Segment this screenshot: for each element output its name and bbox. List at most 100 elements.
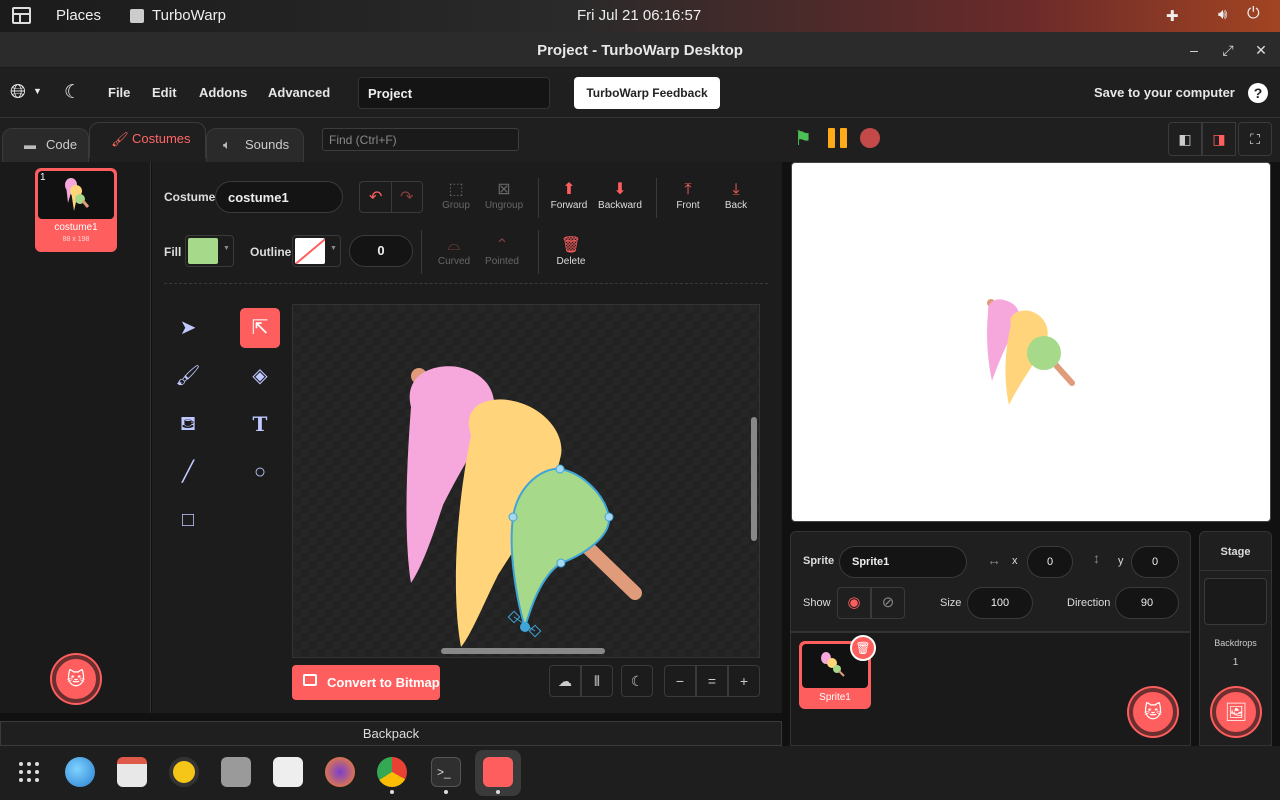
project-title-input[interactable]: Project [358,77,550,109]
select-tool[interactable]: ➤ [168,308,208,348]
bitmap-brush-icon[interactable]: ☁ [549,665,581,697]
zoom-in-icon[interactable]: + [728,665,760,697]
text-tool[interactable]: T [240,404,280,444]
file-menu[interactable]: File [108,85,130,100]
backdrop-thumbnail[interactable] [1204,578,1267,625]
choose-backdrop-button[interactable]: 🖼︎ [1212,688,1260,736]
help-icon[interactable]: ? [1248,83,1268,103]
places-menu[interactable]: Places [56,7,101,24]
chevron-down-icon[interactable]: ▼ [33,86,42,96]
sprite-name-input[interactable]: Sprite1 [839,546,967,578]
control-point[interactable] [555,464,565,474]
group-button[interactable]: ⬚ Group [429,180,483,211]
pause-icon[interactable] [828,128,850,148]
turbowarp-icon[interactable] [483,757,513,787]
volume-icon[interactable]: 🔊︎ [1218,6,1227,23]
moon-icon[interactable]: ☾ [621,665,653,697]
puzzle-icon[interactable]: ✚ [1166,7,1179,25]
choose-costume-button[interactable]: 🐱︎ [52,655,100,703]
green-flag-icon[interactable]: ⚑ [794,126,812,151]
rectangle-tool[interactable]: □ [168,500,208,540]
addons-menu[interactable]: Addons [199,85,247,100]
stop-icon[interactable] [860,128,880,148]
control-point[interactable] [508,512,518,522]
chrome-icon[interactable] [377,757,407,787]
delete-sprite-icon[interactable]: 🗑︎ [850,635,876,661]
app-grid-icon[interactable] [18,761,40,783]
software-store-icon[interactable] [273,757,303,787]
tab-costumes[interactable]: 🖌︎ Costumes [89,122,206,158]
reshape-tool[interactable]: ⇱ [240,308,280,348]
power-icon[interactable]: ⏻ [1247,5,1260,23]
front-button[interactable]: ⤒ Front [661,180,715,211]
delete-button[interactable]: 🗑︎ Delete [544,236,598,267]
zoom-reset-icon[interactable]: = [696,665,728,697]
choose-sprite-button[interactable]: 🐱︎ [1129,688,1177,736]
back-button[interactable]: ⤓ Back [709,180,763,211]
files-icon[interactable] [221,757,251,787]
small-stage-icon[interactable]: ◧ [1168,122,1202,156]
music-player-icon[interactable] [169,757,199,787]
paint-canvas[interactable] [292,304,760,658]
find-input[interactable]: Find (Ctrl+F) [322,128,519,151]
zoom-out-icon[interactable]: − [664,665,696,697]
backward-button[interactable]: ⬇ Backward [593,180,647,211]
eraser-tool[interactable]: ◈ [240,356,280,396]
horizontal-scrollbar[interactable] [441,648,605,654]
undo-icon[interactable]: ↶ [369,187,382,207]
backpack-bar[interactable]: Backpack [0,721,782,746]
tab-sounds[interactable]: 🔈︎ Sounds [206,128,304,162]
window-title-bar: Project - TurboWarp Desktop – ⤢ ✕ [0,32,1280,68]
app-menu[interactable]: TurboWarp [152,7,226,24]
menu-bar: 🌐︎ ▼ ☾ File Edit Addons Advanced Project… [0,68,1280,118]
brush-tool[interactable]: 🖌︎ [168,356,208,396]
show-visible-icon[interactable]: ◉ [837,587,871,619]
ungroup-button[interactable]: ⊠ Ungroup [477,180,531,211]
forward-button[interactable]: ⬆ Forward [542,180,596,211]
feedback-button[interactable]: TurboWarp Feedback [574,77,720,109]
fill-tool[interactable]: ⛾ [168,404,208,444]
clock[interactable]: Fri Jul 21 06:16:57 [577,7,701,24]
advanced-menu[interactable]: Advanced [268,85,330,100]
save-to-computer-button[interactable]: Save to your computer [1094,85,1235,100]
size-input[interactable]: 100 [967,587,1033,619]
hide-icon[interactable]: ⊘ [871,587,905,619]
costume-thumbnail[interactable]: 1 costume1 88 x 198 [35,168,117,252]
group-label: Group [442,200,470,211]
paint-bucket-icon: ⛾ [179,413,197,435]
activities-icon[interactable] [12,7,31,24]
backward-icon: ⬇ [613,181,627,198]
minimize-icon[interactable]: – [1185,41,1203,59]
direction-input[interactable]: 90 [1115,587,1179,619]
outline-width-input[interactable]: 0 [349,235,413,267]
fullscreen-icon[interactable]: ⛶ [1238,122,1272,156]
stage-canvas[interactable] [791,162,1271,522]
pointed-button[interactable]: ⌃ Pointed [475,236,529,267]
control-point[interactable] [556,558,566,568]
terminal-icon[interactable]: >_ [431,757,461,787]
browser-globe-icon[interactable] [65,757,95,787]
paintbrush-icon: 🖌︎ [111,131,129,147]
maximize-icon[interactable]: ⤢ [1219,41,1237,59]
tab-code[interactable]: ▬ Code [2,128,89,162]
vector-lines-icon[interactable]: ⦀ [581,665,613,697]
costume-name-input[interactable]: costume1 [215,181,343,213]
outline-color-picker[interactable]: ▼ [292,235,341,267]
y-input[interactable]: 0 [1131,546,1179,578]
moon-icon[interactable]: ☾ [64,81,81,104]
redo-icon[interactable]: ↷ [400,187,413,207]
calendar-icon[interactable] [117,757,147,787]
edit-menu[interactable]: Edit [152,85,177,100]
x-input[interactable]: 0 [1027,546,1073,578]
large-stage-icon[interactable]: ◨ [1202,122,1236,156]
fill-color-picker[interactable]: ▼ [185,235,234,267]
close-icon[interactable]: ✕ [1252,41,1270,59]
firefox-icon[interactable] [325,757,355,787]
globe-icon[interactable]: 🌐︎ [10,81,26,104]
vertical-scrollbar[interactable] [751,417,757,541]
control-point[interactable] [604,512,614,522]
curved-button[interactable]: ⌓ Curved [427,236,481,267]
circle-tool[interactable]: ○ [240,452,280,492]
line-tool[interactable]: ╱ [168,452,208,492]
delete-label: Delete [556,256,586,267]
